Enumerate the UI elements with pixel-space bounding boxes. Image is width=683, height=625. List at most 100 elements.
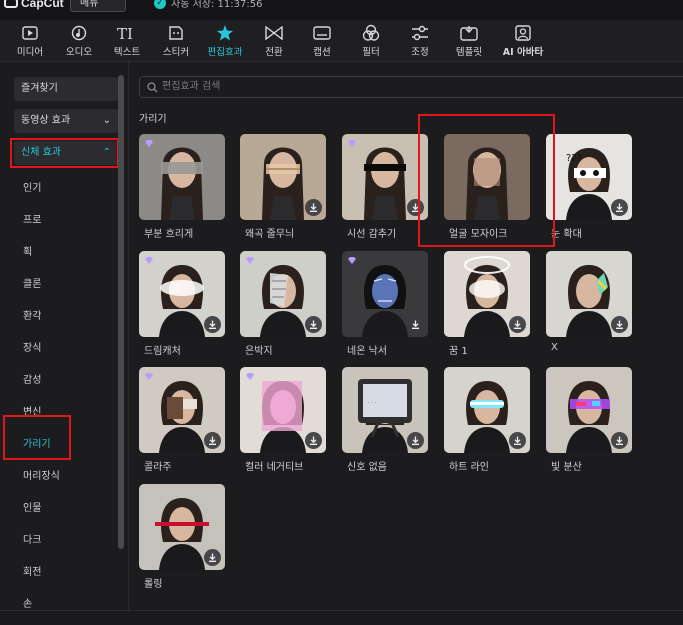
effects-category-sidebar: 즐겨찾기 동영상 효과 ⌄ 신체 효과 ⌃ 인기 프로 획 클론 환각 장식 감…: [0, 62, 128, 610]
text-icon: TI: [106, 24, 148, 42]
ai-avatar-icon: [500, 24, 546, 42]
download-icon[interactable]: [509, 432, 526, 449]
effect-label: 눈 확대: [551, 229, 582, 240]
autosave-text: 자동 저장: 11:37:56: [171, 0, 263, 10]
tab-filter[interactable]: 필터: [350, 24, 392, 58]
adjust-icon: [399, 24, 441, 42]
premium-diamond-icon: [347, 256, 357, 268]
download-icon[interactable]: [305, 432, 322, 449]
effect-card[interactable]: [546, 367, 632, 453]
effect-label: 은박지: [245, 346, 273, 357]
tab-sticker[interactable]: 스티커: [155, 24, 197, 58]
download-icon[interactable]: [407, 316, 424, 333]
effect-card[interactable]: [139, 484, 225, 570]
download-icon[interactable]: [509, 316, 526, 333]
effect-card[interactable]: ???: [546, 134, 632, 220]
main-toolbar: 미디어 오디오 TI 텍스트 스티커 편집효과 전환 캡션 필터 조정 템플릿 …: [0, 20, 683, 62]
tab-media-label: 미디어: [16, 47, 44, 58]
captions-icon: [301, 24, 343, 42]
effect-card[interactable]: [444, 251, 530, 337]
tab-audio-label: 오디오: [65, 47, 93, 58]
top-bar: CapCut 메뉴 ✓ 자동 저장: 11:37:56: [0, 0, 683, 20]
highlight-box-cover: [3, 415, 71, 460]
effect-card[interactable]: · · ·: [342, 367, 428, 453]
effect-card[interactable]: [139, 251, 225, 337]
download-icon[interactable]: [611, 199, 628, 216]
effect-card[interactable]: [240, 134, 326, 220]
effect-card[interactable]: [444, 367, 530, 453]
tab-template[interactable]: 템플릿: [448, 24, 490, 58]
tab-template-label: 템플릿: [455, 47, 483, 58]
sidebar-item-clone[interactable]: 클론: [23, 275, 41, 290]
sidebar-item-hand[interactable]: 손: [23, 595, 32, 610]
effect-label: 부분 흐리게: [144, 229, 194, 240]
tab-adjust[interactable]: 조정: [399, 24, 441, 58]
sidebar-item-rotate[interactable]: 회전: [23, 563, 41, 578]
transition-icon: [253, 24, 295, 42]
highlight-box-body-effects: [10, 138, 119, 168]
sidebar-item-decoration[interactable]: 장식: [23, 339, 41, 354]
sidebar-item-pro[interactable]: 프로: [23, 211, 41, 226]
tab-captions[interactable]: 캡션: [301, 24, 343, 58]
sidebar-favorites[interactable]: 즐겨찾기: [14, 77, 118, 101]
menu-button[interactable]: 메뉴: [70, 0, 126, 12]
tab-adjust-label: 조정: [411, 47, 429, 58]
premium-diamond-icon: [245, 256, 255, 268]
sidebar-item-person[interactable]: 인물: [23, 499, 41, 514]
tab-ai-avatar[interactable]: AI 아바타: [500, 24, 546, 58]
svg-text:· · ·: · · ·: [368, 400, 376, 406]
effects-search-input[interactable]: 편집효과 검색: [139, 76, 683, 98]
effect-label: 컬러 네거티브: [245, 462, 304, 473]
effect-card[interactable]: [139, 134, 225, 220]
effect-card[interactable]: [546, 251, 632, 337]
effect-card[interactable]: [342, 251, 428, 337]
tab-sticker-label: 스티커: [162, 47, 190, 58]
sticker-icon: [155, 24, 197, 42]
effect-card[interactable]: [342, 134, 428, 220]
sidebar-item-headwear[interactable]: 머리장식: [23, 467, 60, 482]
download-icon[interactable]: [305, 199, 322, 216]
download-icon[interactable]: [305, 316, 322, 333]
sidebar-item-stroke[interactable]: 획: [23, 243, 32, 258]
effect-card[interactable]: [139, 367, 225, 453]
tab-audio[interactable]: 오디오: [58, 24, 100, 58]
tab-effects-label: 편집효과: [207, 47, 243, 58]
check-icon: ✓: [154, 0, 166, 9]
download-icon[interactable]: [204, 432, 221, 449]
sidebar-video-effects[interactable]: 동영상 효과 ⌄: [14, 109, 118, 133]
svg-text:???: ???: [566, 153, 582, 164]
tab-ai-avatar-label: AI 아바타: [502, 47, 544, 58]
panel-divider: [128, 62, 129, 610]
sidebar-item-hallucination[interactable]: 환각: [23, 307, 41, 322]
premium-diamond-icon: [144, 139, 154, 151]
effect-label: 롤링: [144, 579, 163, 590]
tab-filter-label: 필터: [362, 47, 380, 58]
svg-text:TI: TI: [117, 25, 133, 41]
search-placeholder: 편집효과 검색: [162, 81, 221, 92]
effect-label: 네온 낙서: [347, 346, 387, 357]
app-logo: CapCut: [4, 0, 64, 10]
chevron-down-icon: ⌄: [102, 115, 111, 126]
download-icon[interactable]: [204, 549, 221, 566]
tab-media[interactable]: 미디어: [9, 24, 51, 58]
tab-transition-label: 전환: [265, 47, 283, 58]
effect-label: 신호 없음: [347, 462, 387, 473]
download-icon[interactable]: [611, 432, 628, 449]
download-icon[interactable]: [204, 316, 221, 333]
tab-effects[interactable]: 편집효과: [204, 24, 246, 58]
effect-label: 콜라주: [144, 462, 172, 473]
sidebar-item-dark[interactable]: 다크: [23, 531, 41, 546]
effect-card[interactable]: [240, 367, 326, 453]
effects-icon: [204, 24, 246, 42]
effect-card[interactable]: [240, 251, 326, 337]
sidebar-item-emotion[interactable]: 감성: [23, 371, 41, 386]
tab-transition[interactable]: 전환: [253, 24, 295, 58]
download-icon[interactable]: [407, 432, 424, 449]
sidebar-scrollbar[interactable]: [118, 75, 124, 549]
sidebar-item-popular[interactable]: 인기: [23, 179, 41, 194]
tab-text[interactable]: TI 텍스트: [106, 24, 148, 58]
effect-label: X: [551, 342, 558, 353]
search-icon: [147, 81, 158, 101]
capcut-logo-icon: [4, 0, 18, 8]
download-icon[interactable]: [611, 316, 628, 333]
